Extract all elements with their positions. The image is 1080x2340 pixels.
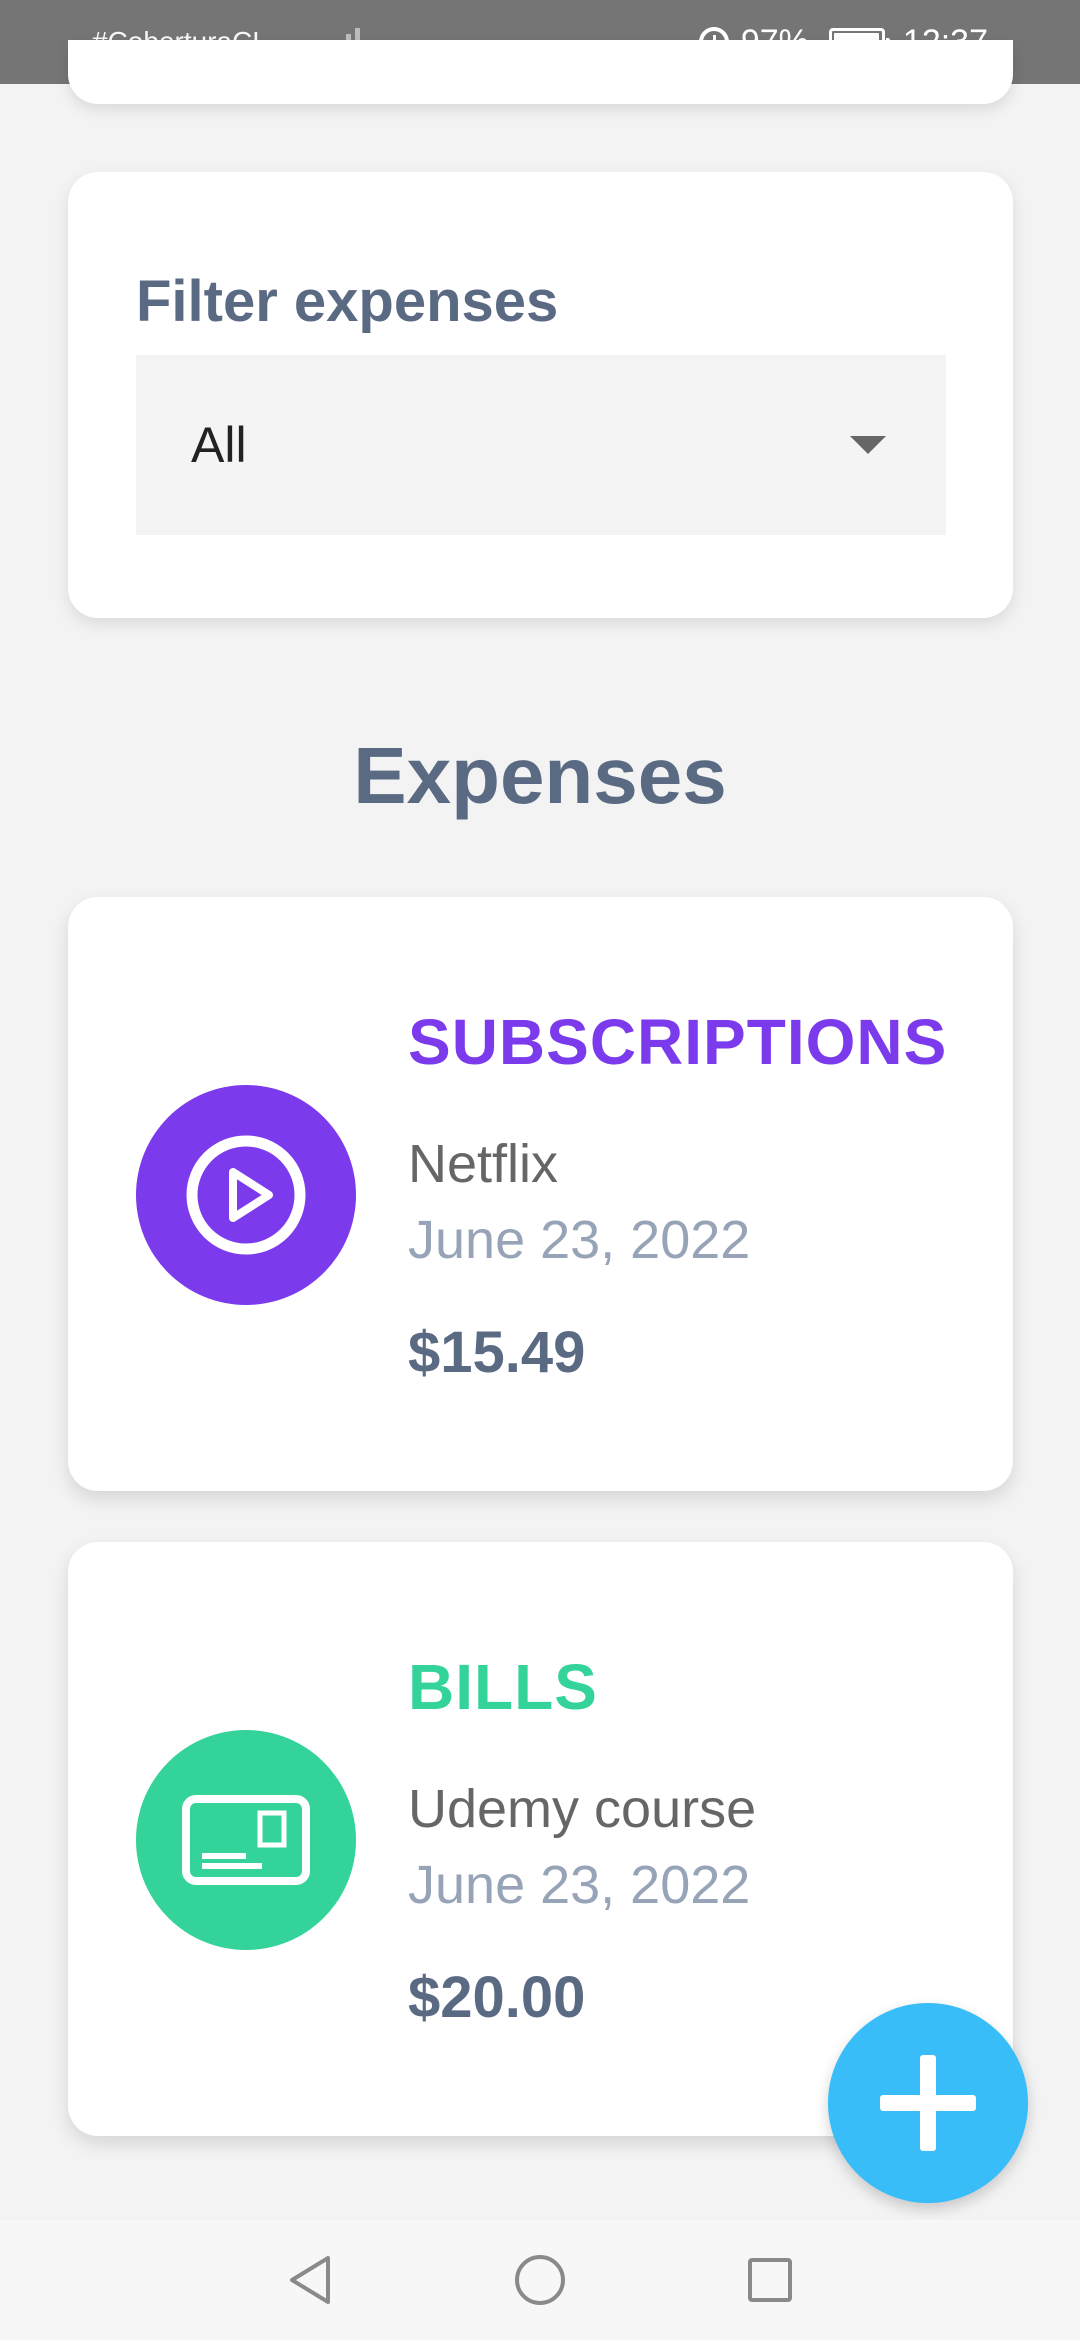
play-circle-icon	[186, 1135, 306, 1255]
previous-card	[68, 40, 1013, 104]
expense-category: BILLS	[408, 1651, 598, 1723]
expense-date: June 23, 2022	[408, 1855, 751, 1915]
home-icon	[515, 2255, 565, 2305]
bill-card-icon	[182, 1795, 310, 1885]
nav-back-button[interactable]	[195, 2220, 425, 2340]
expense-category: SUBSCRIPTIONS	[408, 1006, 948, 1078]
filter-card: Filter expenses All	[68, 172, 1013, 618]
expense-date: June 23, 2022	[408, 1210, 751, 1270]
expense-amount: $15.49	[408, 1320, 586, 1385]
back-icon	[290, 2256, 330, 2304]
system-nav-bar	[0, 2220, 1080, 2340]
expense-name: Netflix	[408, 1134, 559, 1194]
recents-icon	[748, 2258, 792, 2302]
plus-icon	[880, 2055, 976, 2151]
filter-select[interactable]: All	[136, 355, 946, 535]
expense-name: Udemy course	[408, 1779, 757, 1839]
dropdown-arrow-icon	[850, 436, 886, 454]
nav-home-button[interactable]	[425, 2220, 655, 2340]
add-expense-button[interactable]	[828, 2003, 1028, 2203]
expense-card[interactable]: SUBSCRIPTIONS Netflix June 23, 2022 $15.…	[68, 897, 1013, 1491]
section-title: Expenses	[353, 731, 727, 820]
category-icon-circle	[136, 1730, 356, 1950]
category-icon-circle	[136, 1085, 356, 1305]
filter-label: Filter expenses	[136, 269, 559, 334]
expense-amount: $20.00	[408, 1965, 586, 2030]
filter-selected-value: All	[191, 417, 247, 473]
nav-recents-button[interactable]	[655, 2220, 885, 2340]
